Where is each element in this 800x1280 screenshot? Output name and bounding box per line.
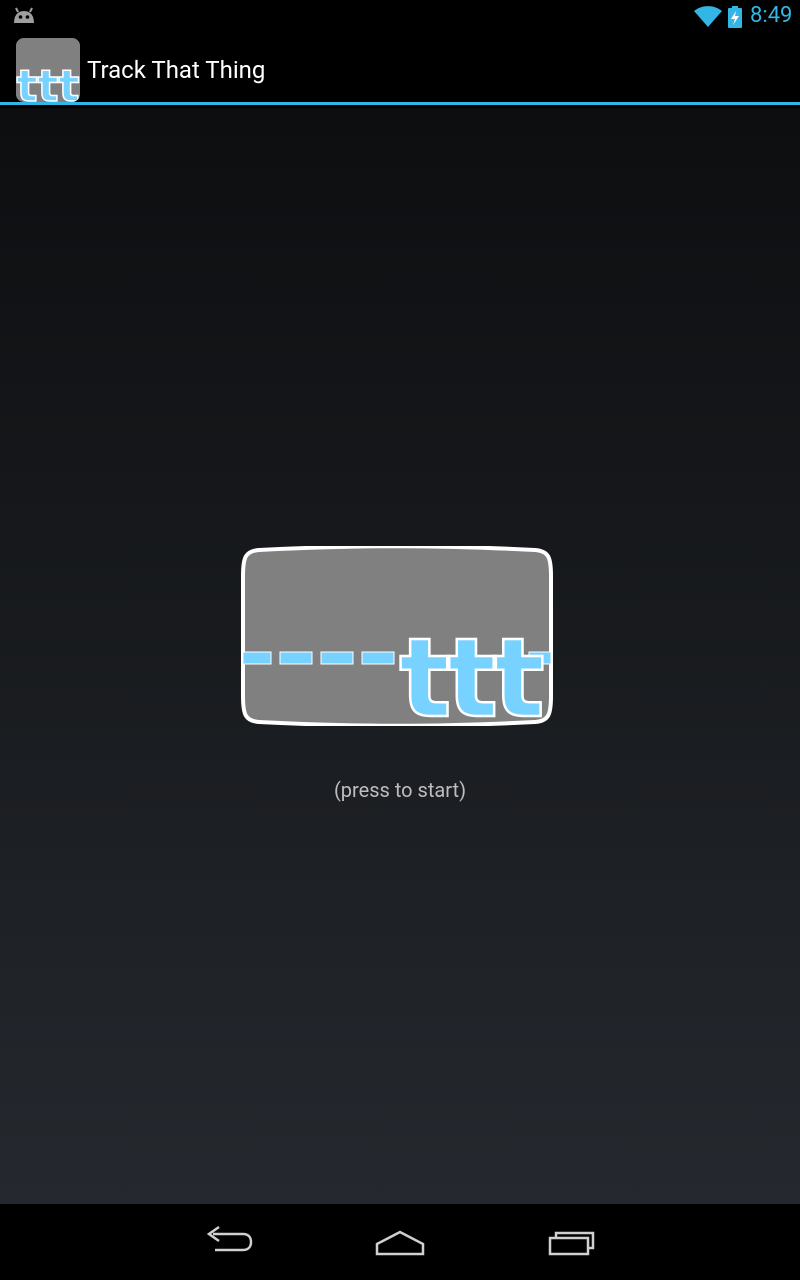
logo-text: ttt bbox=[399, 614, 543, 726]
start-logo-button[interactable]: ttt bbox=[239, 544, 555, 743]
wifi-icon bbox=[694, 6, 722, 32]
status-clock: 8:49 bbox=[750, 3, 793, 28]
home-button[interactable] bbox=[365, 1222, 435, 1262]
android-icon bbox=[12, 7, 36, 29]
back-button[interactable] bbox=[195, 1222, 265, 1262]
back-icon bbox=[206, 1225, 253, 1252]
recents-icon bbox=[548, 1231, 595, 1256]
action-bar: ttt Track That Thing bbox=[0, 33, 800, 105]
app-logo-icon[interactable]: ttt bbox=[16, 38, 80, 102]
main-content: ttt (press to start) bbox=[0, 108, 800, 1204]
status-bar: 8:49 bbox=[0, 0, 800, 33]
home-icon bbox=[375, 1230, 425, 1256]
recents-button[interactable] bbox=[536, 1222, 606, 1262]
app-icon-text: ttt bbox=[16, 61, 79, 102]
navigation-bar bbox=[0, 1204, 800, 1280]
app-title: Track That Thing bbox=[87, 56, 266, 84]
action-bar-divider bbox=[0, 102, 800, 105]
press-to-start-hint: (press to start) bbox=[333, 778, 467, 802]
battery-charging-icon bbox=[728, 6, 742, 32]
